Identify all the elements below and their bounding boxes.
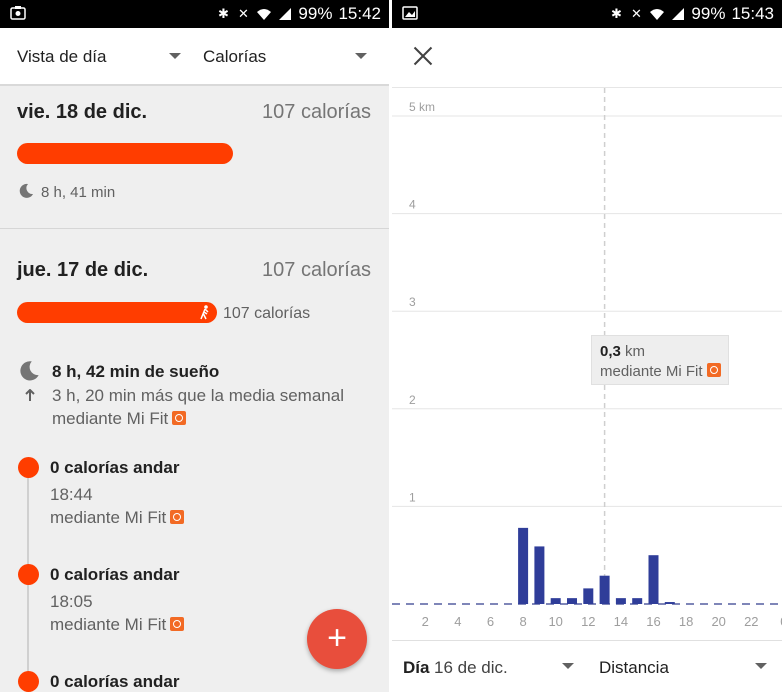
tooltip-unit: km: [625, 343, 646, 360]
chevron-down-icon: [562, 663, 574, 669]
chart-footer: Día 16 de dic. Distancia: [392, 640, 782, 692]
y-tick-label: 3: [409, 295, 416, 309]
calorie-bar: [17, 143, 233, 164]
mute-icon: ✕: [237, 6, 249, 21]
calorie-bar: [17, 302, 217, 323]
wifi-icon: [650, 9, 665, 20]
mute-icon: ✕: [630, 6, 642, 21]
status-bar: ✱ ✕ 99% 15:42: [0, 0, 389, 28]
bluetooth-icon: ✱: [217, 6, 229, 21]
x-tick-label: 4: [454, 614, 461, 629]
x-tick-label: 10: [548, 614, 562, 629]
y-tick-label: 2: [409, 393, 416, 407]
chart-bar: [550, 598, 561, 604]
calorie-bar-label: 107 calorías: [223, 305, 311, 322]
chart-bar: [648, 555, 659, 604]
add-button[interactable]: +: [307, 609, 367, 669]
moon-icon: [20, 361, 39, 381]
day-card[interactable]: vie. 18 de dic. 107 calorías 8 h, 41 min: [0, 86, 389, 228]
y-tick-label: 4: [409, 198, 416, 212]
activity-title: 0 calorías andar: [50, 565, 180, 584]
x-tick-label: 20: [711, 614, 725, 629]
status-bar: ✱ ✕ 99% 15:43: [392, 0, 782, 28]
clock: 15:43: [731, 4, 774, 23]
activity-title: 0 calorías andar: [50, 458, 180, 477]
signal-icon: [672, 8, 685, 20]
metric-dropdown-label: Calorías: [203, 47, 267, 66]
photo-notification-icon: [10, 6, 26, 20]
chart-bar: [567, 598, 577, 604]
x-tick-label: 12: [581, 614, 595, 629]
chart-header: [392, 28, 782, 88]
x-tick-label: 14: [614, 614, 628, 629]
battery-level: 99%: [691, 4, 726, 23]
activity-dot: [18, 457, 39, 478]
arrow-up-icon: [25, 389, 35, 401]
chart-bar: [534, 546, 545, 604]
close-icon[interactable]: [412, 45, 434, 67]
tooltip-value-line: 0,3 km: [600, 343, 645, 360]
y-tick-label: 5 km: [409, 100, 435, 114]
day-calories: 107 calorías: [262, 101, 371, 123]
x-tick-label: 6: [487, 614, 494, 629]
x-tick-label: 2: [422, 614, 429, 629]
wifi-icon: [257, 9, 272, 20]
period-value: 16 de dic.: [434, 658, 508, 677]
image-notification-icon: [402, 6, 418, 20]
x-tick-label: 22: [744, 614, 758, 629]
walking-icon: [200, 305, 209, 320]
day-list-pane: ✱ ✕ 99% 15:42 Vista de día Calorías vie.…: [0, 0, 389, 692]
activity-source: mediante Mi Fit: [50, 615, 185, 635]
tooltip-source: mediante Mi Fit: [600, 363, 721, 380]
mi-fit-icon: [172, 411, 187, 425]
activity-dot: [18, 671, 39, 692]
day-title: vie. 18 de dic.: [17, 101, 148, 123]
clock: 15:42: [338, 4, 381, 23]
chart-tooltip: 0,3 km mediante Mi Fit: [591, 335, 729, 385]
x-tick-label: 18: [679, 614, 693, 629]
day-title: jue. 17 de dic.: [17, 259, 149, 281]
view-dropdown-label: Vista de día: [17, 47, 107, 66]
x-tick-label: 16: [646, 614, 660, 629]
battery-level: 99%: [298, 4, 333, 23]
y-tick-label: 1: [409, 490, 416, 504]
activity-source: mediante Mi Fit: [50, 508, 185, 528]
activity-time: 18:05: [50, 592, 93, 611]
sleep-title: 8 h, 42 min de sueño: [52, 362, 220, 381]
activity-dot: [18, 564, 39, 585]
sleep-duration: 8 h, 41 min: [41, 184, 116, 201]
chevron-down-icon: [355, 53, 367, 59]
bluetooth-icon: ✱: [610, 6, 622, 21]
sleep-source: mediante Mi Fit: [52, 409, 187, 429]
chart-bar: [583, 588, 594, 604]
period-label: Día: [403, 658, 430, 677]
mi-fit-icon: [706, 363, 721, 377]
chart-bar: [518, 527, 529, 604]
chevron-down-icon: [169, 53, 181, 59]
mi-fit-icon: [170, 510, 185, 524]
sleep-compare: 3 h, 20 min más que la media semanal: [52, 386, 344, 405]
x-tick-label: 8: [519, 614, 526, 629]
signal-icon: [279, 8, 292, 20]
metric-label: Distancia: [599, 658, 669, 677]
moon-icon: [19, 183, 33, 198]
tooltip-value: 0,3: [600, 343, 621, 360]
chart-bar: [664, 602, 675, 604]
chevron-down-icon: [755, 663, 767, 669]
day-calories: 107 calorías: [262, 259, 371, 281]
activity-time: 18:44: [50, 485, 93, 504]
activity-title: 0 calorías andar: [50, 672, 180, 691]
chart-bar: [599, 575, 610, 604]
chart-bar: [615, 598, 626, 604]
filter-header: Vista de día Calorías: [0, 28, 389, 86]
chart-bar: [632, 598, 643, 604]
mi-fit-icon: [170, 617, 185, 631]
